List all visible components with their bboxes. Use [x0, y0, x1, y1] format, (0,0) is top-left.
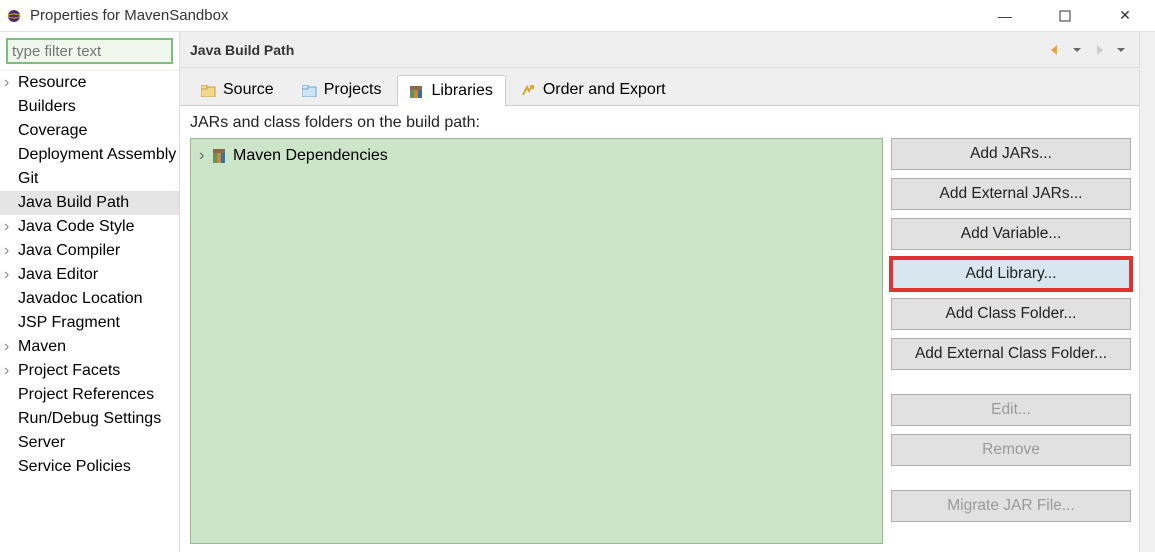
minimize-button[interactable]: —: [987, 4, 1023, 28]
sidebar-item-resource[interactable]: Resource: [0, 71, 179, 95]
edit-button[interactable]: Edit...: [891, 394, 1131, 426]
sidebar-item-maven[interactable]: Maven: [0, 335, 179, 359]
sidebar-item-project-references[interactable]: Project References: [0, 383, 179, 407]
jars-tree-node-label: Maven Dependencies: [233, 147, 388, 164]
sidebar-item-service-policies[interactable]: Service Policies: [0, 455, 179, 479]
tab-bar: Source Projects Libraries Order and Export: [180, 68, 1139, 106]
titlebar: Properties for MavenSandbox — ✕: [0, 0, 1155, 32]
forward-icon[interactable]: [1091, 42, 1107, 58]
tab-label: Libraries: [432, 82, 493, 100]
forward-menu-icon[interactable]: [1113, 42, 1129, 58]
button-column: Add JARs... Add External JARs... Add Var…: [891, 138, 1131, 544]
eclipse-icon: [6, 8, 22, 24]
sidebar-item-java-compiler[interactable]: Java Compiler: [0, 239, 179, 263]
maximize-button[interactable]: [1047, 4, 1083, 28]
tab-icon: [302, 84, 318, 96]
library-icon: [213, 149, 229, 163]
tab-label: Source: [223, 81, 274, 99]
tab-order-and-export[interactable]: Order and Export: [508, 74, 679, 105]
window-title: Properties for MavenSandbox: [30, 7, 987, 24]
vertical-scrollbar[interactable]: [1139, 32, 1155, 552]
sidebar-item-run-debug-settings[interactable]: Run/Debug Settings: [0, 407, 179, 431]
migrate-jar-button[interactable]: Migrate JAR File...: [891, 490, 1131, 522]
page-title: Java Build Path: [190, 42, 1047, 58]
category-tree[interactable]: ResourceBuildersCoverageDeployment Assem…: [0, 71, 179, 552]
tab-libraries[interactable]: Libraries: [397, 75, 506, 106]
add-external-class-folder-button[interactable]: Add External Class Folder...: [891, 338, 1131, 370]
add-library-button[interactable]: Add Library...: [891, 258, 1131, 290]
tab-icon: [410, 85, 426, 97]
add-external-jars-button[interactable]: Add External JARs...: [891, 178, 1131, 210]
section-description: JARs and class folders on the build path…: [190, 114, 1131, 132]
tab-icon: [201, 84, 217, 96]
sidebar-item-java-editor[interactable]: Java Editor: [0, 263, 179, 287]
sidebar-item-javadoc-location[interactable]: Javadoc Location: [0, 287, 179, 311]
jars-tree-node[interactable]: Maven Dependencies: [197, 145, 876, 167]
back-icon[interactable]: [1047, 42, 1063, 58]
sidebar-item-builders[interactable]: Builders: [0, 95, 179, 119]
sidebar-item-server[interactable]: Server: [0, 431, 179, 455]
sidebar-item-java-build-path[interactable]: Java Build Path: [0, 191, 179, 215]
tab-label: Order and Export: [543, 81, 666, 99]
tab-label: Projects: [324, 81, 382, 99]
main-panel: Java Build Path Source Projects Libraries O…: [180, 32, 1139, 552]
sidebar-item-jsp-fragment[interactable]: JSP Fragment: [0, 311, 179, 335]
add-jars-button[interactable]: Add JARs...: [891, 138, 1131, 170]
add-variable-button[interactable]: Add Variable...: [891, 218, 1131, 250]
tab-source[interactable]: Source: [188, 74, 287, 105]
add-class-folder-button[interactable]: Add Class Folder...: [891, 298, 1131, 330]
sidebar-item-deployment-assembly[interactable]: Deployment Assembly: [0, 143, 179, 167]
jars-tree[interactable]: Maven Dependencies: [190, 138, 883, 544]
sidebar-item-git[interactable]: Git: [0, 167, 179, 191]
remove-button[interactable]: Remove: [891, 434, 1131, 466]
window-controls: — ✕: [987, 4, 1143, 28]
sidebar-item-project-facets[interactable]: Project Facets: [0, 359, 179, 383]
back-menu-icon[interactable]: [1069, 42, 1085, 58]
sidebar-item-java-code-style[interactable]: Java Code Style: [0, 215, 179, 239]
sidebar-item-coverage[interactable]: Coverage: [0, 119, 179, 143]
tab-projects[interactable]: Projects: [289, 74, 395, 105]
close-button[interactable]: ✕: [1107, 4, 1143, 28]
tab-icon: [521, 84, 537, 96]
filter-input[interactable]: [6, 38, 173, 64]
sidebar: ResourceBuildersCoverageDeployment Assem…: [0, 32, 180, 552]
